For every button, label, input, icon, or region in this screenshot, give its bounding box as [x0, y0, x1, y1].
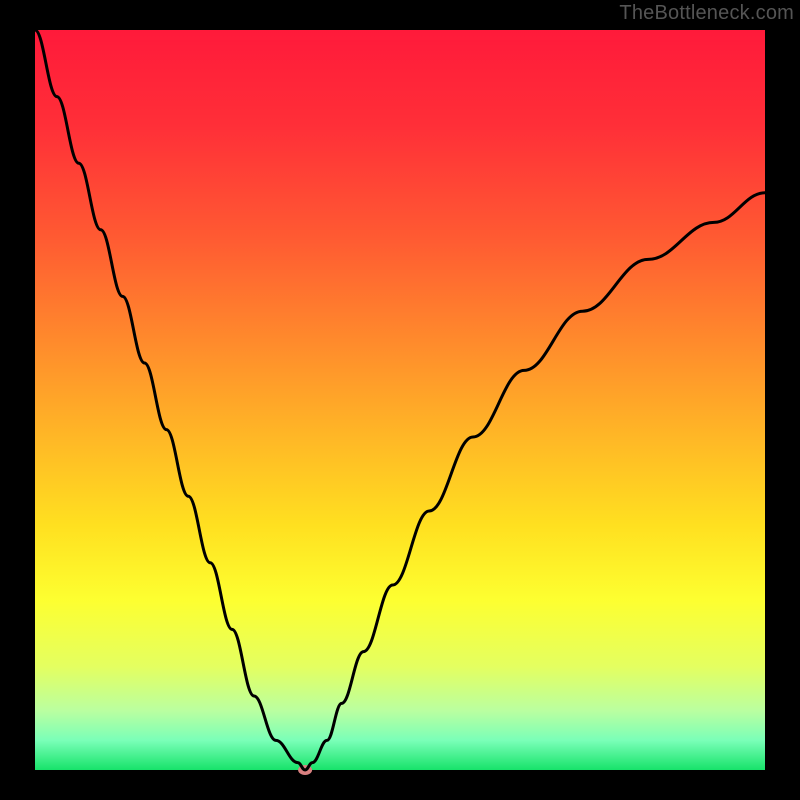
attribution-text: TheBottleneck.com	[619, 2, 794, 25]
chart-frame: TheBottleneck.com	[0, 0, 800, 800]
plot-background	[35, 30, 765, 770]
bottleneck-chart	[0, 0, 800, 800]
